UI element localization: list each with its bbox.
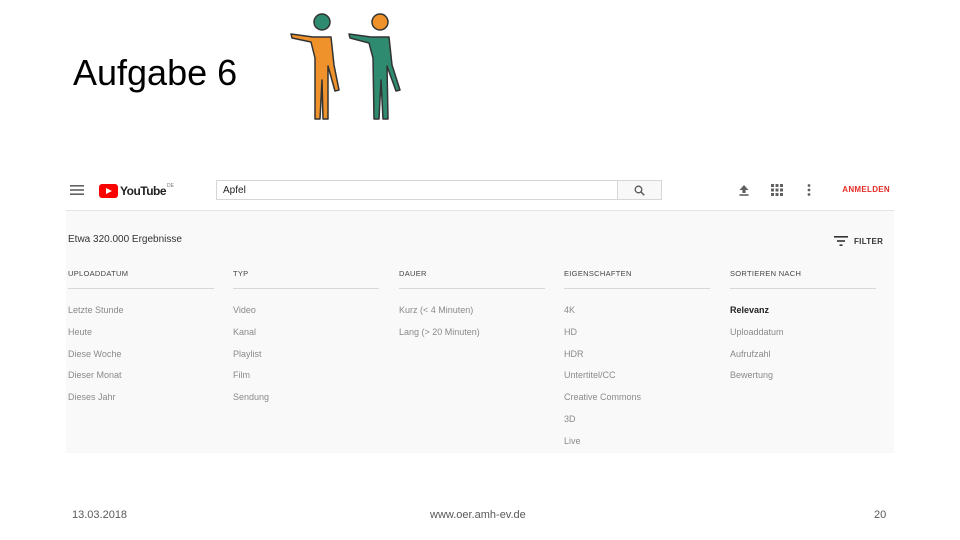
filter-option[interactable]: Kurz (< 4 Minuten) <box>399 303 545 325</box>
filter-column-features: EIGENSCHAFTEN 4K HD HDR Untertitel/CC Cr… <box>564 269 710 456</box>
search-input[interactable] <box>223 183 613 197</box>
filter-option[interactable]: Diese Woche <box>68 347 214 369</box>
apps-grid-icon[interactable] <box>770 183 784 197</box>
page-number: 20 <box>874 509 887 521</box>
youtube-play-icon <box>99 184 118 198</box>
filter-option[interactable]: Live <box>564 434 710 456</box>
filter-option[interactable]: Creative Commons <box>564 390 710 412</box>
youtube-topbar: YouTube DE ANMELDEN <box>66 170 894 211</box>
sort-option[interactable]: Aufrufzahl <box>730 347 876 369</box>
filter-option[interactable]: Dieser Monat <box>68 368 214 390</box>
youtube-region-label: DE <box>167 183 174 189</box>
filter-option[interactable]: 3D <box>564 412 710 434</box>
filter-option[interactable]: Heute <box>68 325 214 347</box>
filter-option[interactable]: Film <box>233 368 379 390</box>
menu-icon[interactable] <box>70 185 84 195</box>
filter-option[interactable]: Kanal <box>233 325 379 347</box>
filter-option[interactable]: Letzte Stunde <box>68 303 214 325</box>
filter-option[interactable]: Dieses Jahr <box>68 390 214 412</box>
footer-url: www.oer.amh-ev.de <box>430 509 526 521</box>
upload-icon[interactable] <box>737 183 751 197</box>
filter-option[interactable]: Lang (> 20 Minuten) <box>399 325 545 347</box>
sort-option-selected[interactable]: Relevanz <box>730 303 876 325</box>
sort-option[interactable]: Bewertung <box>730 368 876 390</box>
search-button[interactable] <box>618 180 662 200</box>
youtube-logo[interactable]: YouTube DE <box>99 183 174 199</box>
filter-option[interactable]: 4K <box>564 303 710 325</box>
person-right-icon <box>348 13 401 120</box>
filter-option[interactable]: Video <box>233 303 379 325</box>
results-count: Etwa 320.000 Ergebnisse <box>68 234 182 245</box>
search-icon <box>634 185 645 196</box>
column-header: UPLOADDATUM <box>68 269 214 289</box>
column-header: SORTIEREN NACH <box>730 269 876 289</box>
person-left-icon <box>290 13 340 120</box>
sort-option[interactable]: Uploaddatum <box>730 325 876 347</box>
youtube-logo-text: YouTube <box>120 184 167 198</box>
two-people-illustration <box>290 13 401 120</box>
filter-option[interactable]: Untertitel/CC <box>564 368 710 390</box>
filter-label: FILTER <box>854 236 884 246</box>
filter-column-upload-date: UPLOADDATUM Letzte Stunde Heute Diese Wo… <box>68 269 214 412</box>
more-vert-icon[interactable] <box>802 183 816 197</box>
column-header: TYP <box>233 269 379 289</box>
search-box <box>216 180 618 200</box>
filter-option[interactable]: HD <box>564 325 710 347</box>
column-header: DAUER <box>399 269 545 289</box>
filter-option[interactable]: Sendung <box>233 390 379 412</box>
filter-button[interactable]: FILTER <box>834 234 883 248</box>
filter-column-type: TYP Video Kanal Playlist Film Sendung <box>233 269 379 412</box>
slide-title: Aufgabe 6 <box>73 52 238 93</box>
footer-date: 13.03.2018 <box>72 509 128 521</box>
filter-icon <box>834 236 848 246</box>
filter-option[interactable]: Playlist <box>233 347 379 369</box>
sign-in-button[interactable]: ANMELDEN <box>842 185 890 194</box>
filter-option[interactable]: HDR <box>564 347 710 369</box>
youtube-screenshot: YouTube DE ANMELDEN Etwa 320 <box>66 170 894 453</box>
filter-column-duration: DAUER Kurz (< 4 Minuten) Lang (> 20 Minu… <box>399 269 545 347</box>
column-header: EIGENSCHAFTEN <box>564 269 710 289</box>
filter-column-sort-by: SORTIEREN NACH Relevanz Uploaddatum Aufr… <box>730 269 876 390</box>
